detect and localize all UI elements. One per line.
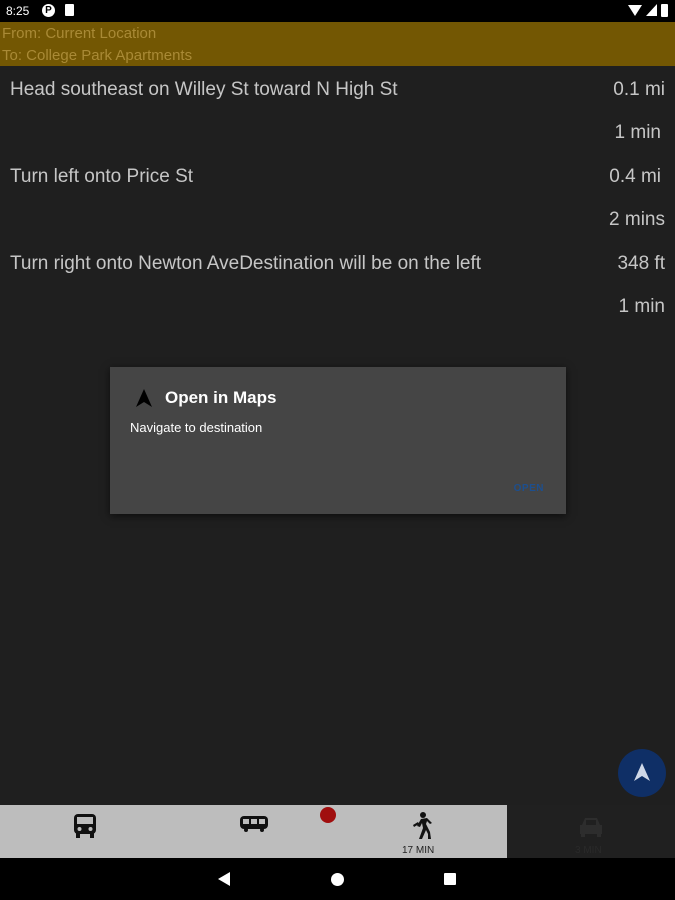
tab-tram[interactable] (168, 805, 338, 858)
system-nav-bar (0, 858, 675, 900)
step-instruction: Turn right onto Newton AveDestination wi… (10, 253, 482, 274)
step-duration: 2 mins (609, 209, 665, 230)
alert-dot (320, 807, 336, 823)
battery-icon (661, 4, 668, 17)
walking-icon (413, 812, 432, 839)
back-icon[interactable] (218, 872, 230, 886)
navigate-fab[interactable] (618, 749, 666, 797)
bus-icon (74, 814, 96, 838)
navigation-arrow-icon (136, 389, 152, 407)
step-instruction: Head southeast on Willey St toward N Hig… (10, 79, 398, 100)
step-distance: 0.4 mi (609, 166, 661, 187)
tab-car-label: 3 MIN (575, 845, 602, 856)
status-time: 8:25 (6, 4, 30, 18)
navigation-arrow-icon (634, 763, 650, 781)
car-icon (580, 818, 602, 837)
tram-icon (240, 816, 268, 832)
open-in-maps-dialog: Open in Maps Navigate to destination OPE… (110, 367, 566, 514)
notification-p-icon: P (42, 4, 55, 17)
mode-tab-bar: 17 MIN 3 MIN (0, 805, 675, 858)
route-to: To: College Park Apartments (2, 47, 193, 64)
tab-bus[interactable] (0, 805, 168, 858)
sd-card-icon (65, 4, 74, 16)
home-icon[interactable] (331, 873, 344, 886)
step-distance: 348 ft (617, 253, 665, 274)
dialog-message: Navigate to destination (130, 420, 263, 435)
open-button[interactable]: OPEN (514, 483, 544, 494)
dialog-title: Open in Maps (165, 388, 277, 407)
tab-walking-label: 17 MIN (402, 845, 435, 856)
step-duration: 1 min (614, 122, 661, 143)
recent-apps-icon[interactable] (444, 873, 456, 885)
step-distance: 0.1 mi (613, 79, 665, 100)
route-header: From: Current Location To: College Park … (0, 22, 675, 66)
wifi-icon (628, 5, 642, 16)
step-instruction: Turn left onto Price St (10, 166, 194, 187)
step-duration: 1 min (618, 296, 665, 317)
signal-icon (646, 4, 657, 16)
tab-walking[interactable]: 17 MIN (338, 805, 506, 858)
route-from: From: Current Location (2, 25, 157, 42)
tab-car[interactable]: 3 MIN (507, 805, 675, 858)
status-bar: 8:25 P (0, 0, 675, 22)
